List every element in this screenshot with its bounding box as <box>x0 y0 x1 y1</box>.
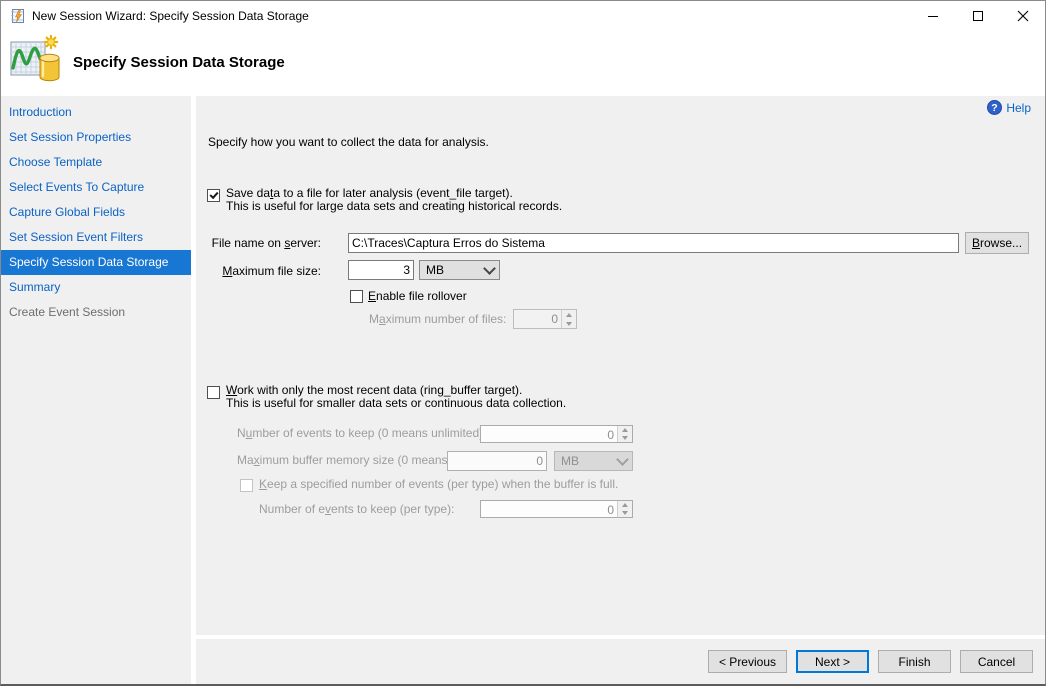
spin-down-icon <box>618 509 632 517</box>
file-size-unit-dropdown[interactable]: MB <box>419 260 500 280</box>
ring-buffer-description: This is useful for smaller data sets or … <box>226 397 566 410</box>
sidebar-item-select-events-to-capture[interactable]: Select Events To Capture <box>1 175 191 200</box>
svg-text:?: ? <box>992 102 998 114</box>
help-label: Help <box>1006 101 1031 115</box>
sidebar-item-set-session-event-filters[interactable]: Set Session Event Filters <box>1 225 191 250</box>
browse-button[interactable]: Browse... <box>965 232 1029 254</box>
previous-button[interactable]: < Previous <box>708 650 787 673</box>
finish-button[interactable]: Finish <box>878 650 951 673</box>
session-data-storage-icon <box>10 35 62 87</box>
page-title: Specify Session Data Storage <box>73 54 285 71</box>
intro-text: Specify how you want to collect the data… <box>208 136 489 149</box>
session-wizard-icon <box>10 8 26 24</box>
events-to-keep-value: 0 <box>481 426 617 442</box>
content-pane: ? Help Specify how you want to collect t… <box>196 96 1045 684</box>
chevron-down-icon <box>616 453 629 466</box>
ring-buffer-checkbox[interactable] <box>207 386 220 399</box>
keep-per-type-label: Keep a specified number of events (per t… <box>259 478 618 491</box>
buffer-unit-value: MB <box>561 454 579 468</box>
buffer-unit-dropdown: MB <box>554 451 633 471</box>
spin-up-icon <box>562 310 576 319</box>
wizard-steps-sidebar: Introduction Set Session Properties Choo… <box>1 96 191 684</box>
help-icon: ? <box>987 100 1002 115</box>
sidebar-item-capture-global-fields[interactable]: Capture Global Fields <box>1 200 191 225</box>
file-name-label: File name on server: <box>196 237 321 250</box>
enable-file-rollover-label: Enable file rollover <box>368 290 467 303</box>
max-file-size-label: Maximum file size: <box>196 265 321 278</box>
window-controls <box>910 1 1045 31</box>
enable-file-rollover-checkbox[interactable] <box>350 290 363 303</box>
help-link[interactable]: ? Help <box>987 100 1031 115</box>
window-title: New Session Wizard: Specify Session Data… <box>32 9 309 23</box>
keep-per-type-checkbox <box>240 479 253 492</box>
sidebar-item-choose-template[interactable]: Choose Template <box>1 150 191 175</box>
save-to-file-description: This is useful for large data sets and c… <box>226 200 562 213</box>
max-number-of-files-spinner: 0 <box>513 309 577 329</box>
sidebar-item-set-session-properties[interactable]: Set Session Properties <box>1 125 191 150</box>
file-name-input[interactable] <box>348 233 959 253</box>
sidebar-item-create-event-session: Create Event Session <box>1 300 191 325</box>
minimize-button[interactable] <box>910 1 955 31</box>
cancel-button[interactable]: Cancel <box>960 650 1033 673</box>
next-button[interactable]: Next > <box>796 650 869 673</box>
close-icon <box>1017 10 1029 22</box>
events-per-type-spinner: 0 <box>480 500 633 518</box>
events-per-type-value: 0 <box>481 501 617 517</box>
chevron-down-icon <box>483 262 496 275</box>
wizard-window: New Session Wizard: Specify Session Data… <box>0 0 1046 686</box>
spin-up-icon <box>618 426 632 434</box>
spin-down-icon <box>562 319 576 328</box>
close-button[interactable] <box>1000 1 1045 31</box>
spin-up-icon <box>618 501 632 509</box>
sidebar-item-summary[interactable]: Summary <box>1 275 191 300</box>
sidebar-item-introduction[interactable]: Introduction <box>1 100 191 125</box>
max-number-of-files-value: 0 <box>514 310 561 328</box>
max-number-of-files-label: Maximum number of files: <box>369 313 506 326</box>
wizard-body: Introduction Set Session Properties Choo… <box>1 96 1045 684</box>
minimize-icon <box>927 10 939 22</box>
sidebar-item-specify-session-data-storage[interactable]: Specify Session Data Storage <box>1 250 191 275</box>
footer: < Previous Next > Finish Cancel <box>196 639 1045 684</box>
events-per-type-label: Number of events to keep (per type): <box>259 503 454 516</box>
maximize-icon <box>972 10 984 22</box>
save-to-file-checkbox[interactable] <box>207 189 220 202</box>
buffer-memory-size-input <box>447 451 547 471</box>
wizard-header: Specify Session Data Storage <box>1 31 1045 96</box>
events-to-keep-spinner: 0 <box>480 425 633 443</box>
spin-down-icon <box>618 434 632 442</box>
file-size-unit-value: MB <box>426 263 444 277</box>
title-bar[interactable]: New Session Wizard: Specify Session Data… <box>1 1 1045 31</box>
events-to-keep-label: Number of events to keep (0 means unlimi… <box>237 427 486 440</box>
max-file-size-input[interactable] <box>348 260 414 280</box>
maximize-button[interactable] <box>955 1 1000 31</box>
